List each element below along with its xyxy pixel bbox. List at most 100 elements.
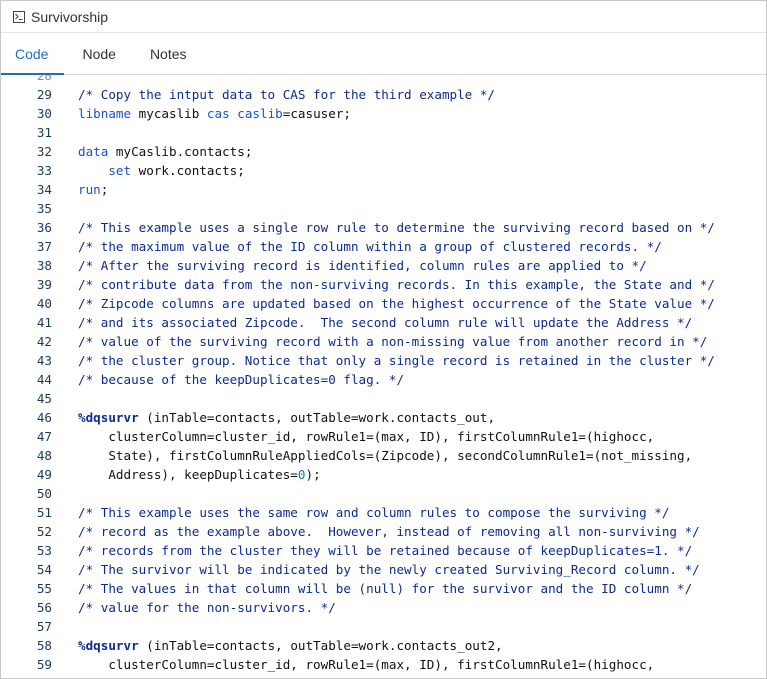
- code-token: /* This example uses a single row rule t…: [78, 220, 715, 235]
- line-number: 51: [36, 505, 52, 520]
- code-line: 44 /* because of the keepDuplicates=0 fla…: [1, 370, 766, 389]
- line-number: 36: [36, 220, 52, 235]
- code-line: 49 Address), keepDuplicates=0);: [1, 465, 766, 484]
- code-token: /* This example uses the same row and co…: [78, 505, 670, 520]
- code-line: 53 /* records from the cluster they will …: [1, 541, 766, 560]
- line-number: 28: [36, 75, 52, 83]
- line-number: 56: [36, 600, 52, 615]
- line-number: 47: [36, 429, 52, 444]
- line-number: 54: [36, 562, 52, 577]
- code-token: libname: [78, 106, 132, 121]
- code-line: 59 clusterColumn=cluster_id, rowRule1=(m…: [1, 655, 766, 674]
- code-token: data: [78, 144, 109, 159]
- line-number: 33: [36, 163, 52, 178]
- line-number: 52: [36, 524, 52, 539]
- code-token: mycaslib: [131, 106, 207, 121]
- code-line: 54 /* The survivor will be indicated by t…: [1, 560, 766, 579]
- line-number: 53: [36, 543, 52, 558]
- code-token: /* After the surviving record is identif…: [78, 258, 647, 273]
- code-line: 51 /* This example uses the same row and …: [1, 503, 766, 522]
- code-line: 33 set work.contacts;: [1, 161, 766, 180]
- code-line: 42 /* value of the surviving record with …: [1, 332, 766, 351]
- line-number: 38: [36, 258, 52, 273]
- code-token: cas: [206, 106, 230, 121]
- code-line: 34 run;: [1, 180, 766, 199]
- line-number: 50: [36, 486, 52, 501]
- code-token: /* record as the example above. However,…: [78, 524, 700, 539]
- line-number: 45: [36, 391, 52, 406]
- tab-code[interactable]: Code: [1, 46, 66, 75]
- code-token: /* The survivor will be indicated by the…: [78, 562, 700, 577]
- tab-node[interactable]: Node: [82, 46, 115, 74]
- code-token: /* records from the cluster they will be…: [78, 543, 693, 558]
- code-line: 28: [1, 75, 766, 85]
- code-token: /* Zipcode columns are updated based on …: [78, 296, 715, 311]
- code-line: 58 %dqsurvr (inTable=contacts, outTable=w…: [1, 636, 766, 655]
- line-number: 49: [36, 467, 52, 482]
- line-number: 57: [36, 619, 52, 634]
- code-token: );: [305, 467, 321, 482]
- code-line: 36 /* This example uses a single row rule…: [1, 218, 766, 237]
- code-line: 40 /* Zipcode columns are updated based o…: [1, 294, 766, 313]
- line-number: 58: [36, 638, 52, 653]
- code-line: 47 clusterColumn=cluster_id, rowRule1=(m…: [1, 427, 766, 446]
- line-number: 34: [36, 182, 52, 197]
- code-line: 43 /* the cluster group. Notice that only…: [1, 351, 766, 370]
- code-window-icon: [13, 10, 25, 23]
- code-token: /* the cluster group. Notice that only a…: [78, 353, 715, 368]
- survivorship-window: Survivorship Code Node Notes 28 29 /* Copy…: [0, 0, 767, 679]
- code-line: 29 /* Copy the intput data to CAS for the…: [1, 85, 766, 104]
- tab-bar: Code Node Notes: [1, 33, 766, 75]
- line-number: 41: [36, 315, 52, 330]
- code-line: 57: [1, 617, 766, 636]
- line-number: 30: [36, 106, 52, 121]
- code-token: %dqsurvr: [78, 410, 139, 425]
- code-line: 39 /* contribute data from the non-surviv…: [1, 275, 766, 294]
- line-number: 48: [36, 448, 52, 463]
- code-token: (inTable=contacts, outTable=work.contact…: [138, 410, 496, 425]
- line-number: 46: [36, 410, 52, 425]
- code-line: 32 data myCaslib.contacts;: [1, 142, 766, 161]
- code-token: set: [108, 163, 132, 178]
- code-token: /* the maximum value of the ID column wi…: [78, 239, 662, 254]
- code-line: 56 /* value for the non-survivors. */: [1, 598, 766, 617]
- tab-notes[interactable]: Notes: [150, 46, 187, 74]
- line-number: 55: [36, 581, 52, 596]
- code-token: Address), keepDuplicates=: [78, 467, 298, 482]
- line-number: 37: [36, 239, 52, 254]
- code-token: run: [78, 182, 101, 197]
- code-token: /* because of the keepDuplicates=0 flag.…: [78, 372, 405, 387]
- code-line: 45: [1, 389, 766, 408]
- code-token: /* The values in that column will be (nu…: [78, 581, 693, 596]
- code-token: myCaslib.contacts;: [108, 144, 253, 159]
- code-line: 37 /* the maximum value of the ID column …: [1, 237, 766, 256]
- code-token: caslib: [237, 106, 283, 121]
- line-number: 39: [36, 277, 52, 292]
- line-number: 59: [36, 657, 52, 672]
- code-lines: 28 29 /* Copy the intput data to CAS for t…: [1, 75, 766, 674]
- code-line: 46 %dqsurvr (inTable=contacts, outTable=w…: [1, 408, 766, 427]
- code-token: /* value for the non-survivors. */: [78, 600, 336, 615]
- code-line: 31: [1, 123, 766, 142]
- code-token: /* contribute data from the non-survivin…: [78, 277, 715, 292]
- code-token: ;: [100, 182, 109, 197]
- code-token: =casuser;: [282, 106, 351, 121]
- code-line: 30 libname mycaslib cas caslib=casuser;: [1, 104, 766, 123]
- line-number: 42: [36, 334, 52, 349]
- line-number: 44: [36, 372, 52, 387]
- code-line: 48 State), firstColumnRuleAppliedCols=(Z…: [1, 446, 766, 465]
- code-token: clusterColumn=cluster_id, rowRule1=(max,…: [78, 657, 655, 672]
- code-line: 41 /* and its associated Zipcode. The sec…: [1, 313, 766, 332]
- code-token: /* value of the surviving record with a …: [78, 334, 708, 349]
- code-token: (inTable=contacts, outTable=work.contact…: [138, 638, 503, 653]
- code-editor[interactable]: 28 29 /* Copy the intput data to CAS for t…: [1, 75, 766, 678]
- code-token: State), firstColumnRuleAppliedCols=(Zipc…: [78, 448, 693, 463]
- code-line: 38 /* After the surviving record is ident…: [1, 256, 766, 275]
- window-title: Survivorship: [31, 8, 109, 25]
- code-token: /* and its associated Zipcode. The secon…: [78, 315, 693, 330]
- code-line: 52 /* record as the example above. Howeve…: [1, 522, 766, 541]
- code-line: 55 /* The values in that column will be (…: [1, 579, 766, 598]
- line-number: 43: [36, 353, 52, 368]
- title-bar: Survivorship: [1, 1, 766, 33]
